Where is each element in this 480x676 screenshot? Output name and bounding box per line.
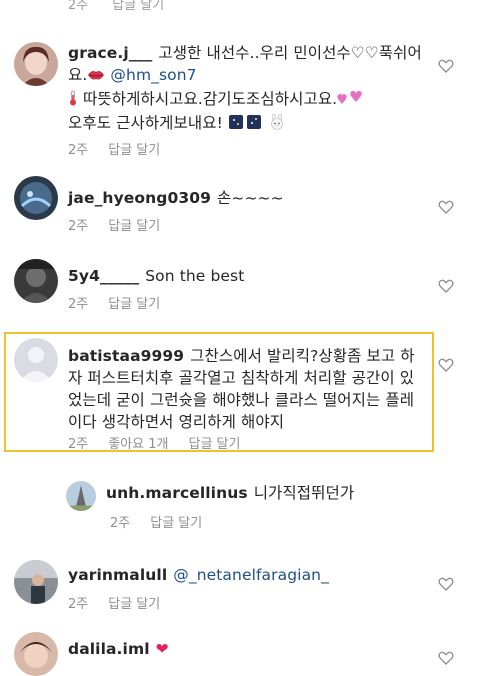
like-heart-icon[interactable] (438, 357, 454, 373)
lips-icon (87, 66, 105, 88)
like-heart-icon[interactable] (438, 576, 454, 592)
mention-link[interactable]: @hm_son7 (110, 66, 196, 84)
avatar[interactable] (14, 259, 58, 303)
comment-meta: 2주 답글 달기 (68, 215, 160, 234)
comment-body: grace.j___ 고생한 내선수..우리 민이선수♡♡푹쉬어요. @hm_so… (68, 42, 434, 136)
avatar[interactable] (14, 42, 58, 86)
comment-username[interactable]: yarinmalull (68, 566, 167, 584)
reply-button[interactable]: 답글 달기 (108, 139, 160, 158)
comment-body: jae_hyeong0309 손~~~~ (68, 187, 434, 209)
like-heart-icon[interactable] (438, 199, 454, 215)
bunny-icon (269, 113, 285, 136)
comment-text: 따뜻하게하시고요.감기도조심하시고요. (83, 90, 338, 108)
like-heart-icon[interactable] (438, 58, 454, 74)
comment-body: unh.marcellinus 니가직접뛰던가 (106, 482, 434, 504)
comment-meta: 2주 답글 달기 (68, 293, 160, 312)
comment-body: dalila.iml ❤ (68, 638, 434, 660)
reply-button[interactable]: 답글 달기 (188, 433, 240, 452)
comment-meta: 2주 답글 달기 (68, 593, 160, 612)
avatar[interactable] (14, 338, 58, 382)
thermometer-icon (68, 90, 78, 112)
reply-button[interactable]: 답글 달기 (108, 293, 160, 312)
mention-link[interactable]: @_netanelfaragian_ (173, 566, 329, 584)
comment-username[interactable]: 5y4_____ (68, 267, 139, 285)
comment-meta: 2주 답글 달기 (68, 139, 160, 158)
like-heart-icon[interactable] (438, 278, 454, 294)
like-heart-icon[interactable] (438, 650, 454, 666)
hearts-icon (337, 90, 367, 112)
comment-username[interactable]: dalila.iml (68, 640, 150, 658)
comment-meta: 2주 좋아요 1개 답글 달기 (68, 433, 240, 452)
comment-username[interactable]: jae_hyeong0309 (68, 189, 211, 207)
avatar[interactable] (66, 481, 96, 511)
comment-time: 2주 (68, 219, 89, 234)
comment-time: 2주 (68, 597, 89, 612)
comment-time: 2주 (68, 437, 89, 452)
comment-username[interactable]: grace.j___ (68, 44, 152, 62)
comment-time: 2주 (68, 143, 89, 158)
comment-text: Son the best (145, 267, 245, 285)
comment-username[interactable]: batistaa9999 (68, 347, 184, 365)
comment-time: 2주 (110, 516, 131, 531)
comment-username[interactable]: unh.marcellinus (106, 484, 248, 502)
likes-count[interactable]: 좋아요 1개 (108, 433, 168, 452)
avatar[interactable] (14, 560, 58, 604)
comment-body: 5y4_____ Son the best (68, 265, 434, 287)
red-heart-icon: ❤ (155, 640, 169, 658)
comment-text: 니가직접뛰던가 (253, 484, 355, 502)
reply-button[interactable]: 답글 달기 (108, 215, 160, 234)
comment-text: 오후도 근사하게보내요! (68, 114, 223, 132)
comment-time: 2주 (68, 0, 89, 13)
comment-time: 2주 (68, 297, 89, 312)
reply-button[interactable]: 답글 달기 (150, 512, 202, 531)
reply-button[interactable]: 답글 달기 (112, 0, 164, 13)
previous-comment-meta: 2주 답글 달기 (68, 0, 164, 13)
comment-body: batistaa9999 그찬스에서 발리킥?상황좀 보고 하자 퍼스트터치후 골… (68, 345, 422, 433)
night-sky-icon (228, 114, 264, 136)
comment-text: 손~~~~ (217, 189, 284, 207)
comment-body: yarinmalull @_netanelfaragian_ (68, 564, 434, 586)
avatar[interactable] (14, 176, 58, 220)
avatar[interactable] (14, 632, 58, 676)
comment-meta: 2주 답글 달기 (110, 512, 202, 531)
reply-button[interactable]: 답글 달기 (108, 593, 160, 612)
